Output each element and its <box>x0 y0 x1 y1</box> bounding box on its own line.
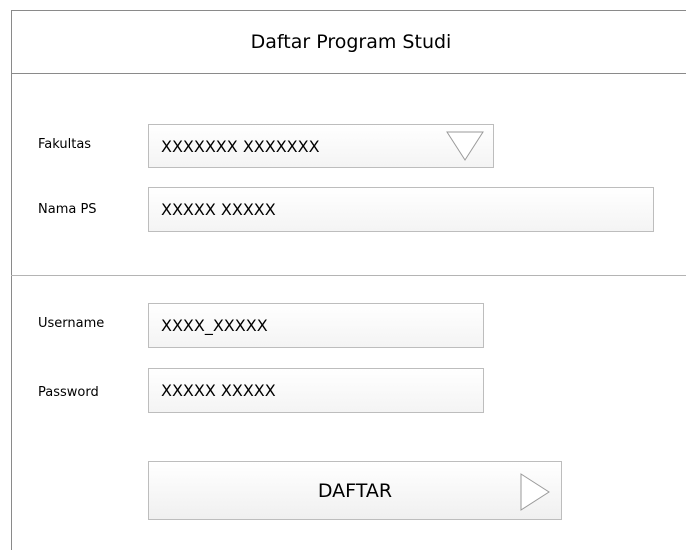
fakultas-label: Fakultas <box>38 137 92 152</box>
username-value: XXXX_XXXXX <box>161 316 268 335</box>
fakultas-select-value: XXXXXXX XXXXXXX <box>161 136 320 156</box>
nama-ps-label: Nama PS <box>38 202 97 217</box>
daftar-button[interactable]: DAFTAR <box>148 461 562 520</box>
password-label: Password <box>38 385 99 400</box>
triangle-right-icon <box>519 472 551 517</box>
nama-ps-input[interactable]: XXXXX XXXXX <box>148 187 654 232</box>
page-title: Daftar Program Studi <box>250 30 452 53</box>
password-value: XXXXX XXXXX <box>161 381 276 400</box>
username-input[interactable]: XXXX_XXXXX <box>148 303 484 348</box>
triangle-down-icon[interactable] <box>445 130 485 166</box>
daftar-button-label: DAFTAR <box>317 479 393 502</box>
section-divider <box>11 275 686 276</box>
password-input[interactable]: XXXXX XXXXX <box>148 368 484 413</box>
page-header: Daftar Program Studi <box>11 10 686 74</box>
nama-ps-value: XXXXX XXXXX <box>161 200 276 219</box>
fakultas-select[interactable]: XXXXXXX XXXXXXX <box>148 124 494 168</box>
username-label: Username <box>38 316 105 331</box>
